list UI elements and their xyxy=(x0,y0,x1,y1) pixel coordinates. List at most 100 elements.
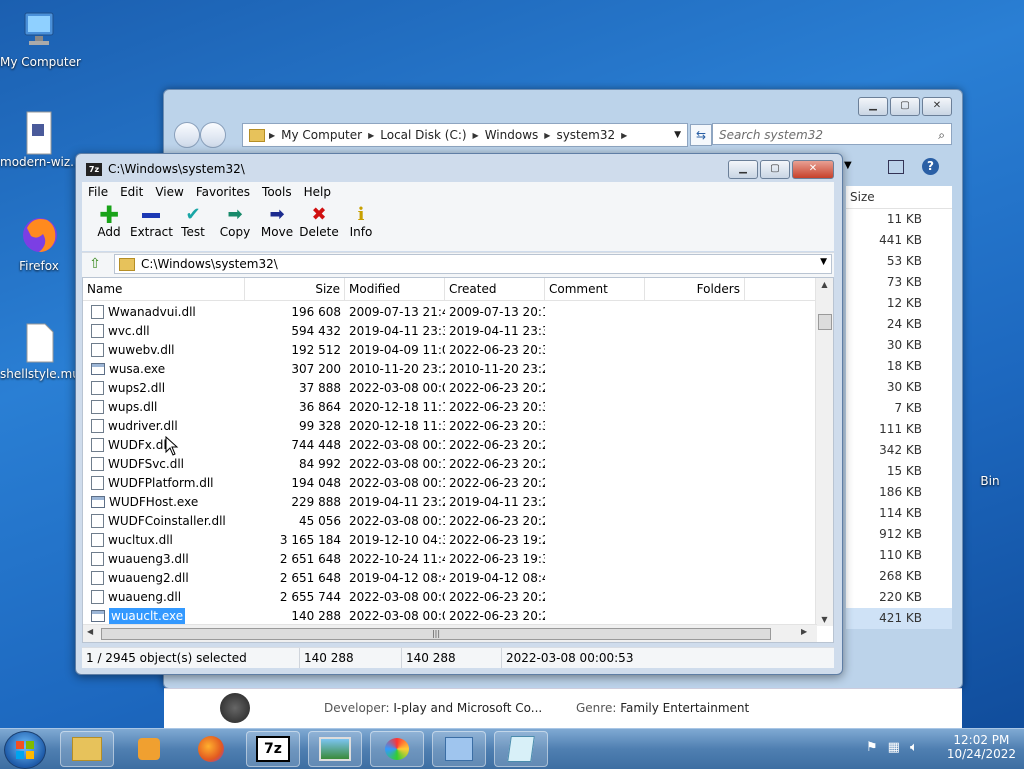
search-placeholder: Search system32 xyxy=(719,128,823,142)
menu-help[interactable]: Help xyxy=(298,185,337,199)
column-created[interactable]: Created xyxy=(445,278,545,300)
sevenzip-window[interactable]: 7z C:\Windows\system32\ ▁ ▢ ✕ File Edit … xyxy=(75,153,843,675)
file-created: 2022-06-23 20:26 xyxy=(449,456,545,471)
network-icon[interactable]: ▦ xyxy=(888,740,900,755)
help-icon[interactable]: ? xyxy=(922,158,939,175)
taskbar-control-panel[interactable] xyxy=(432,731,486,767)
info-button[interactable]: i Info xyxy=(340,201,382,240)
up-folder-button[interactable]: ⇧ xyxy=(86,255,104,273)
back-button[interactable] xyxy=(174,122,200,148)
table-row[interactable]: WUDFHost.exe 229 888 2019-04-11 23:21 2019-… xyxy=(83,492,817,511)
desktop-icon-shellstyle[interactable]: shellstyle.mui xyxy=(0,322,83,381)
delete-button[interactable]: ✖ Delete xyxy=(298,201,340,240)
menu-view[interactable]: View xyxy=(149,185,189,199)
column-comment[interactable]: Comment xyxy=(545,278,645,300)
taskbar-media-player[interactable] xyxy=(122,731,176,767)
breadcrumb-my-computer[interactable]: My Computer xyxy=(281,128,362,142)
taskbar-7zip[interactable]: 7z xyxy=(246,731,300,767)
taskbar-firefox[interactable] xyxy=(184,731,238,767)
horizontal-scrollbar[interactable]: ◀ ||| ▶ xyxy=(83,624,817,642)
refresh-button[interactable]: ⇆ xyxy=(690,124,712,146)
maximize-button[interactable]: ▢ xyxy=(890,97,920,116)
file-name: wuaueng.dll xyxy=(108,589,182,604)
chevron-down-icon[interactable]: ▼ xyxy=(820,257,827,267)
menu-favorites[interactable]: Favorites xyxy=(190,185,256,199)
chevron-right-icon: ▶ xyxy=(544,130,551,140)
column-modified[interactable]: Modified xyxy=(345,278,445,300)
taskbar-explorer[interactable] xyxy=(60,731,114,767)
scroll-right-icon[interactable]: ▶ xyxy=(801,627,807,636)
file-list[interactable]: Name Size Modified Created Comment Folde… xyxy=(82,277,834,643)
menu-tools[interactable]: Tools xyxy=(256,185,298,199)
minimize-button[interactable]: ▁ xyxy=(728,160,758,179)
flag-icon[interactable]: ⚑ xyxy=(866,740,878,755)
column-folders[interactable]: Folders xyxy=(645,278,745,300)
file-name: WUDFCoinstaller.dll xyxy=(108,513,226,528)
table-row[interactable]: wvc.dll 594 432 2019-04-11 23:37 2019-04-11… xyxy=(83,321,817,340)
table-row[interactable]: WUDFx.dll 744 448 2022-03-08 00:18 2022-06-… xyxy=(83,435,817,454)
sevenzip-icon: 7z xyxy=(86,162,102,176)
table-row[interactable]: WUDFCoinstaller.dll 45 056 2022-03-08 00:1… xyxy=(83,511,817,530)
maximize-button[interactable]: ▢ xyxy=(760,160,790,179)
column-name[interactable]: Name xyxy=(83,278,245,300)
address-bar[interactable]: ▶ My Computer ▶ Local Disk (C:) ▶ Window… xyxy=(242,123,688,147)
table-row[interactable]: WUDFSvc.dll 84 992 2022-03-08 00:18 2022-06… xyxy=(83,454,817,473)
scroll-down-icon[interactable]: ▼ xyxy=(816,615,833,624)
taskbar-picture-viewer[interactable] xyxy=(308,731,362,767)
table-row[interactable]: wusa.exe 307 200 2010-11-20 23:23 2010-11-2… xyxy=(83,359,817,378)
menu-edit[interactable]: Edit xyxy=(114,185,149,199)
chevron-down-icon[interactable]: ▼ xyxy=(674,130,681,140)
table-row[interactable]: wuaueng2.dll 2 651 648 2019-04-12 08:43 201… xyxy=(83,568,817,587)
table-row[interactable]: wuauclt.exe 140 288 2022-03-08 00:00 2022-0… xyxy=(83,606,817,625)
scroll-thumb[interactable]: ||| xyxy=(101,628,771,640)
desktop-icon-my-computer[interactable]: My Computer xyxy=(0,10,81,69)
forward-button[interactable] xyxy=(200,122,226,148)
table-row[interactable]: wuwebv.dll 192 512 2019-04-09 11:05 2022-06… xyxy=(83,340,817,359)
path-field[interactable]: C:\Windows\system32\ ▼ xyxy=(114,254,832,274)
minimize-button[interactable]: ▁ xyxy=(858,97,888,116)
volume-icon[interactable]: 🔈︎ xyxy=(910,740,918,755)
scroll-left-icon[interactable]: ◀ xyxy=(87,627,93,636)
table-row[interactable]: WUDFPlatform.dll 194 048 2022-03-08 00:18 2… xyxy=(83,473,817,492)
desktop-icon-recycle-bin[interactable]: Bin xyxy=(960,474,1020,488)
table-row[interactable]: wudriver.dll 99 328 2020-12-18 11:32 2022-0… xyxy=(83,416,817,435)
table-row[interactable]: wuaueng.dll 2 655 744 2022-03-08 00:02 2022… xyxy=(83,587,817,606)
copy-button[interactable]: ➡ Copy xyxy=(214,201,256,240)
genre-value: Family Entertainment xyxy=(620,701,750,715)
close-button[interactable]: ✕ xyxy=(792,160,834,179)
dll-file-icon xyxy=(91,304,104,319)
file-created: 2022-06-23 20:26 xyxy=(449,437,545,452)
desktop-icon-firefox[interactable]: Firefox xyxy=(0,214,78,273)
vertical-scrollbar[interactable]: ▲ ▼ xyxy=(815,278,833,626)
table-row[interactable]: wuaueng3.dll 2 651 648 2022-10-24 11:43 202… xyxy=(83,549,817,568)
breadcrumb-system32[interactable]: system32 xyxy=(556,128,615,142)
test-button[interactable]: ✔ Test xyxy=(172,201,214,240)
table-row[interactable]: wucltux.dll 3 165 184 2019-12-10 04:32 2022… xyxy=(83,530,817,549)
tool-label: Copy xyxy=(219,225,251,239)
add-button[interactable]: ✚ Add xyxy=(88,201,130,239)
breadcrumb-windows[interactable]: Windows xyxy=(485,128,539,142)
size-cell: 12 KB xyxy=(886,296,922,310)
table-row[interactable]: wups2.dll 37 888 2022-03-08 00:00 2022-06-2… xyxy=(83,378,817,397)
menu-file[interactable]: File xyxy=(82,185,114,199)
scroll-thumb[interactable] xyxy=(818,314,832,330)
taskbar-notepad[interactable] xyxy=(494,731,548,767)
desktop-icon-modern-wizard[interactable]: modern-wiz... xyxy=(0,110,82,169)
move-button[interactable]: ➡ Move xyxy=(256,201,298,240)
view-options-button[interactable]: ▼ xyxy=(844,160,852,171)
breadcrumb-local-disk[interactable]: Local Disk (C:) xyxy=(380,128,466,142)
file-size: 37 888 xyxy=(299,380,341,395)
search-input[interactable]: Search system32 ⌕ xyxy=(712,123,952,145)
size-column-header[interactable]: Size xyxy=(846,186,952,209)
taskbar-paint[interactable] xyxy=(370,731,424,767)
clock[interactable]: 12:02 PM 10/24/2022 xyxy=(947,733,1016,761)
scroll-up-icon[interactable]: ▲ xyxy=(816,280,833,289)
extract-button[interactable]: Extract xyxy=(130,201,173,239)
column-size[interactable]: Size xyxy=(245,278,345,300)
table-row[interactable]: wups.dll 36 864 2020-12-18 11:16 2022-06-23… xyxy=(83,397,817,416)
preview-pane-icon[interactable] xyxy=(888,160,904,174)
close-button[interactable]: ✕ xyxy=(922,97,952,116)
file-name: wups2.dll xyxy=(108,380,166,395)
table-row[interactable]: Wwanadvui.dll 196 608 2009-07-13 21:41 2009… xyxy=(83,302,817,321)
start-button[interactable] xyxy=(4,731,46,769)
